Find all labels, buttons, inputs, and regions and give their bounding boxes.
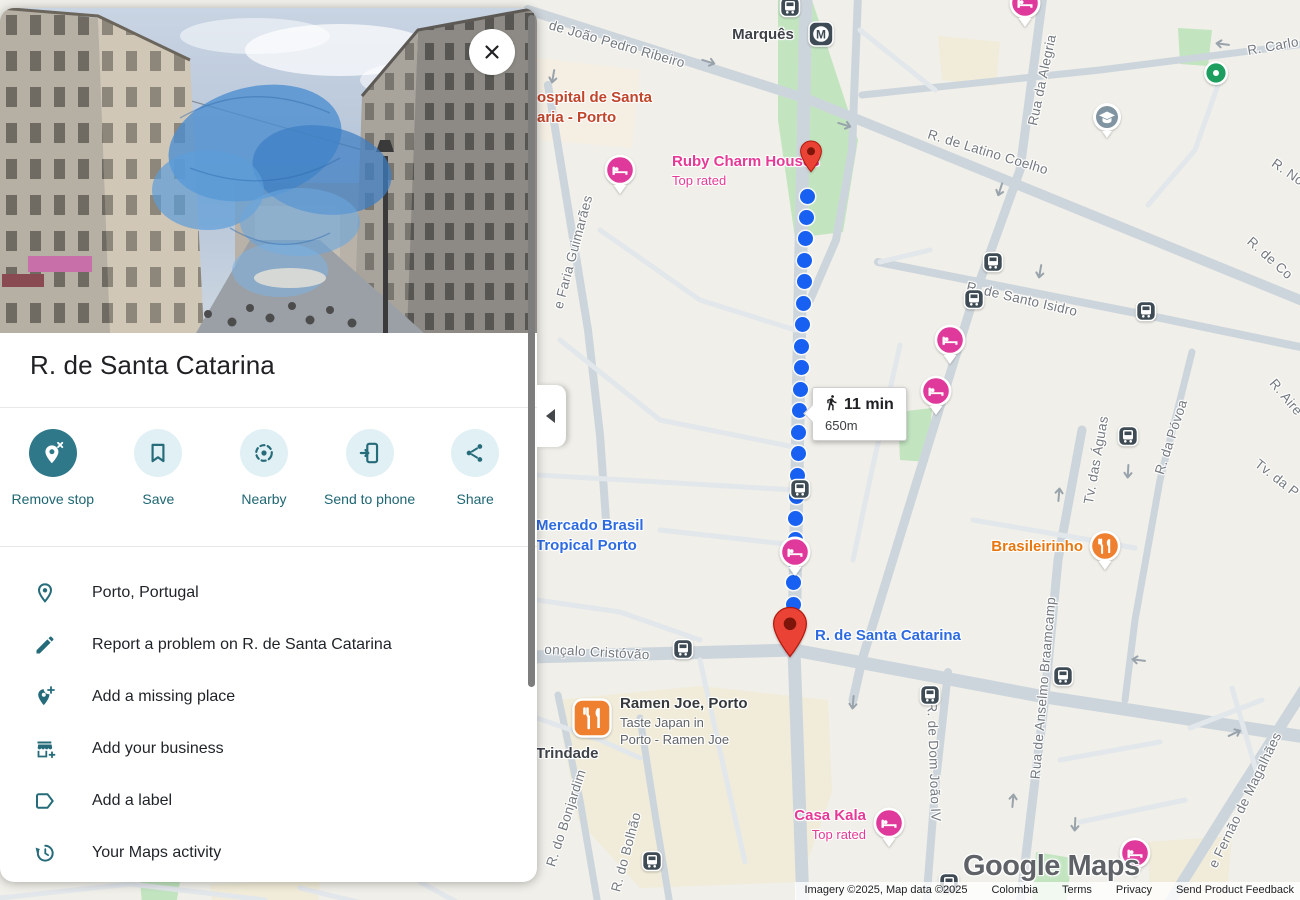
lodging-marker[interactable] xyxy=(778,536,812,577)
menu-item-pencil[interactable]: Report a problem on R. de Santa Catarina xyxy=(0,619,528,671)
santa-catarina-map-label[interactable]: R. de Santa Catarina xyxy=(815,626,961,646)
action-bookmark[interactable]: Save xyxy=(110,429,206,509)
place-menu: Porto, Portugal Report a problem on R. de… xyxy=(0,567,528,879)
action-share[interactable]: Share xyxy=(427,429,523,509)
transit-stop-icon[interactable] xyxy=(780,0,801,18)
menu-item-place-pin[interactable]: Porto, Portugal xyxy=(0,567,528,619)
action-nearby[interactable]: Nearby xyxy=(216,429,312,509)
transit-stop-icon[interactable] xyxy=(1053,666,1074,687)
close-button[interactable] xyxy=(469,29,515,75)
walking-route-dot xyxy=(797,274,812,289)
menu-item-label: Add a label xyxy=(92,792,172,810)
action-label: Remove stop xyxy=(12,490,94,509)
menu-item-label: Porto, Portugal xyxy=(92,584,199,602)
bookmark-icon xyxy=(145,440,171,466)
mercado-brasil-label[interactable]: Mercado BrasilTropical Porto xyxy=(536,516,644,556)
route-distance: 650m xyxy=(823,418,894,433)
street-photo-illustration xyxy=(0,8,537,333)
action-label: Nearby xyxy=(241,490,286,509)
walking-route-dot xyxy=(799,210,814,225)
restaurant-marker[interactable] xyxy=(1088,530,1122,571)
transit-stop-icon[interactable] xyxy=(964,289,985,310)
action-label: Share xyxy=(456,490,493,509)
imagery-credit: Imagery ©2025, Map data ©2025 xyxy=(805,884,968,896)
walking-route-dot xyxy=(794,360,809,375)
walking-icon xyxy=(823,394,840,416)
transit-stop-icon[interactable] xyxy=(983,252,1004,273)
action-send-to-phone[interactable]: Send to phone xyxy=(322,429,418,509)
destination-pin[interactable] xyxy=(771,606,809,658)
transit-stop-icon[interactable] xyxy=(790,479,811,500)
action-bar: Remove stop Save Nearby Send to phone Share xyxy=(0,429,528,509)
menu-item-label: Your Maps activity xyxy=(92,844,221,862)
menu-item-label: Add a missing place xyxy=(92,688,235,706)
place-photo[interactable] xyxy=(0,8,537,333)
chevron-left-icon xyxy=(546,409,555,423)
walking-route-dot xyxy=(793,382,808,397)
action-label: Save xyxy=(142,490,174,509)
send-to-phone-icon xyxy=(357,440,383,466)
panel-scrollbar[interactable] xyxy=(528,15,535,687)
history-icon xyxy=(33,841,57,865)
transit-stop-icon[interactable] xyxy=(920,685,941,706)
remove-stop-icon xyxy=(40,440,66,466)
locality-marques[interactable]: Marquês xyxy=(732,25,794,45)
pencil-icon xyxy=(33,633,57,657)
lodging-marker[interactable] xyxy=(1008,0,1042,28)
svg-text:M: M xyxy=(816,27,826,41)
school-icon[interactable] xyxy=(1090,102,1124,140)
transit-stop-icon[interactable] xyxy=(673,639,694,660)
restaurant-marker[interactable] xyxy=(572,698,612,738)
attribution-link[interactable]: Privacy xyxy=(1116,884,1152,896)
park-poi-icon[interactable] xyxy=(1203,60,1229,86)
walking-route-dot xyxy=(800,189,815,204)
menu-item-add-business[interactable]: Add your business xyxy=(0,723,528,775)
add-business-icon xyxy=(33,737,57,761)
label-tag-icon xyxy=(33,789,57,813)
brasileirinho-label[interactable]: Brasileirinho xyxy=(991,537,1083,557)
google-maps-watermark: Google Maps xyxy=(963,850,1140,883)
map-attribution: Imagery ©2025, Map data ©2025 Colombia Te… xyxy=(795,882,1300,900)
place-pin-icon xyxy=(33,581,57,605)
lodging-marker[interactable] xyxy=(933,324,967,365)
attribution-link[interactable]: Colombia xyxy=(991,884,1037,896)
action-label: Send to phone xyxy=(324,490,415,509)
menu-item-label-tag[interactable]: Add a label xyxy=(0,775,528,827)
lodging-marker[interactable] xyxy=(872,807,906,848)
add-place-icon xyxy=(33,685,57,709)
walking-route-dot xyxy=(796,296,811,311)
menu-item-add-place[interactable]: Add a missing place xyxy=(0,671,528,723)
attribution-link[interactable]: Terms xyxy=(1062,884,1092,896)
transit-stop-icon[interactable] xyxy=(642,851,663,872)
nearby-icon xyxy=(251,440,277,466)
google-maps-window: de João Pedro RibeiroR. CarloR. de Latin… xyxy=(0,0,1300,900)
casa-kala-label[interactable]: Casa KalaTop rated xyxy=(794,806,866,843)
collapse-panel-button[interactable] xyxy=(537,385,566,447)
locality-trindade[interactable]: Trindade xyxy=(536,744,599,764)
action-remove-stop[interactable]: Remove stop xyxy=(5,429,101,509)
metro-station-icon[interactable]: M xyxy=(808,21,834,47)
lodging-marker[interactable] xyxy=(603,154,637,195)
ramen-joe-label[interactable]: Ramen Joe, PortoTaste Japan inPorto - Ra… xyxy=(620,694,748,748)
divider xyxy=(0,546,537,547)
ruby-charm-houses-label[interactable]: Ruby Charm HousesTop rated xyxy=(672,152,820,189)
hospital-label[interactable]: ospital de Santaaria - Porto xyxy=(537,88,652,128)
walking-route-dot xyxy=(791,446,806,461)
close-icon xyxy=(481,41,503,63)
route-duration: 11 min xyxy=(844,396,894,414)
place-panel: R. de Santa Catarina Remove stop Save Near… xyxy=(0,8,537,882)
share-icon xyxy=(462,440,488,466)
attribution-link[interactable]: Send Product Feedback xyxy=(1176,884,1294,896)
route-origin-pin[interactable] xyxy=(799,140,823,173)
transit-stop-icon[interactable] xyxy=(1136,301,1157,322)
menu-item-label: Add your business xyxy=(92,740,224,758)
place-title: R. de Santa Catarina xyxy=(30,350,275,381)
divider xyxy=(0,407,537,408)
menu-item-history[interactable]: Your Maps activity xyxy=(0,827,528,879)
lodging-marker[interactable] xyxy=(919,375,953,416)
transit-stop-icon[interactable] xyxy=(1118,426,1139,447)
walking-route-dot xyxy=(788,511,803,526)
menu-item-label: Report a problem on R. de Santa Catarina xyxy=(92,636,392,654)
route-info-tooltip[interactable]: 11 min 650m xyxy=(812,387,907,441)
